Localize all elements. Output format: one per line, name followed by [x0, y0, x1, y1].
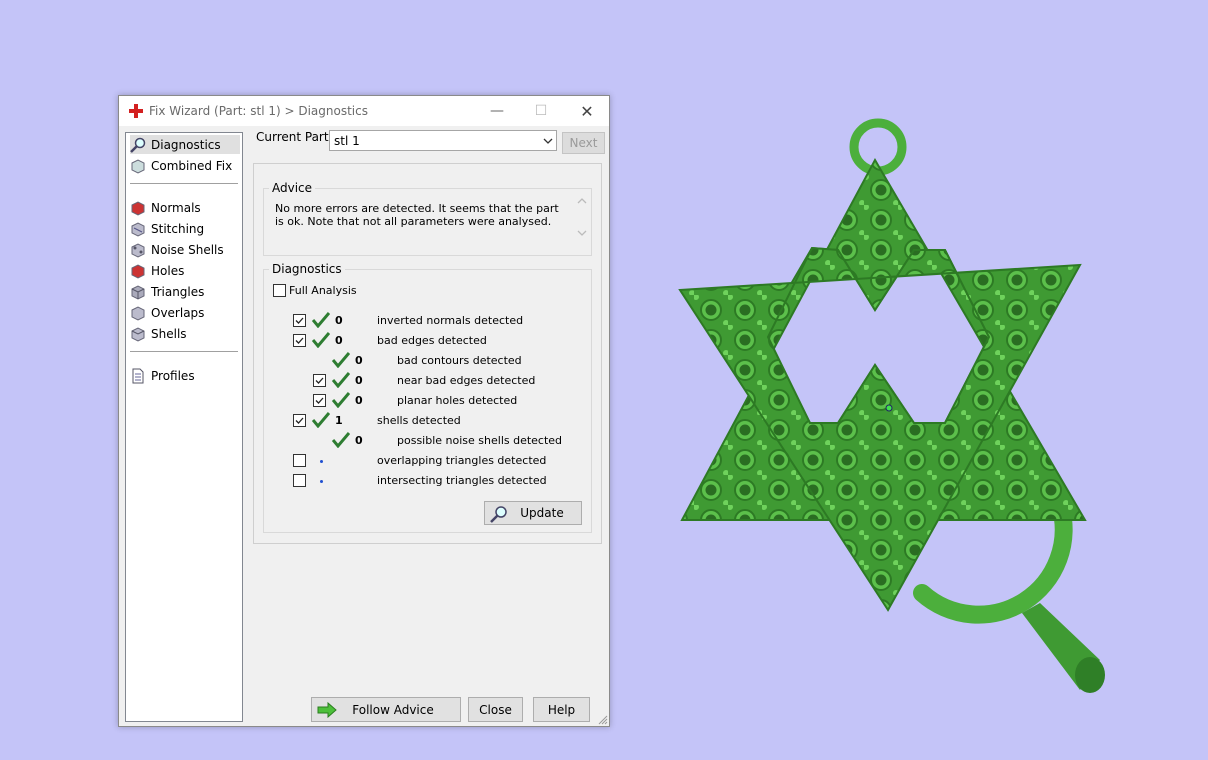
shells-cube-icon: [131, 326, 145, 342]
near-bad-edges-count: 0: [355, 374, 363, 387]
help-button[interactable]: Help: [533, 697, 590, 722]
overlapping-triangles-checkbox[interactable]: [293, 454, 306, 467]
window-title: Fix Wizard (Part: stl 1) > Diagnostics: [149, 104, 368, 118]
advice-group: Advice No more errors are detected. It s…: [263, 181, 592, 256]
ok-check-icon: [312, 312, 330, 328]
magnifier-icon: [130, 137, 146, 153]
nav-item-diagnostics[interactable]: Diagnostics: [130, 135, 240, 154]
follow-advice-button[interactable]: Follow Advice: [311, 697, 461, 722]
pendant-3d-model[interactable]: [660, 115, 1120, 705]
magnifier-icon: [490, 506, 507, 523]
next-button[interactable]: Next: [562, 132, 605, 154]
nav-item-holes[interactable]: Holes: [130, 261, 240, 280]
nav-separator: [130, 351, 238, 352]
bad-edges-label: bad edges detected: [377, 334, 487, 347]
nav-item-noise-shells[interactable]: Noise Shells: [130, 240, 240, 259]
shells-checkbox[interactable]: [293, 414, 306, 427]
current-part-dropdown[interactable]: stl 1: [329, 130, 557, 151]
intersecting-triangles-checkbox[interactable]: [293, 474, 306, 487]
holes-cube-icon: [131, 263, 145, 279]
noise-shells-label: possible noise shells detected: [397, 434, 563, 447]
triangles-cube-icon: [131, 284, 145, 300]
overlaps-cube-icon: [131, 305, 145, 321]
close-button[interactable]: Close: [468, 697, 523, 722]
ok-check-icon: [332, 392, 350, 408]
inverted-normals-count: 0: [335, 314, 343, 327]
inverted-normals-label: inverted normals detected: [377, 314, 524, 327]
bad-edges-checkbox[interactable]: [293, 334, 306, 347]
noise-shells-count: 0: [355, 434, 363, 447]
pending-dot-icon: [320, 460, 323, 463]
bad-contours-count: 0: [355, 354, 363, 367]
title-bar: Fix Wizard (Part: stl 1) > Diagnostics —…: [119, 96, 609, 126]
normals-cube-icon: [131, 200, 145, 216]
fix-wizard-window: Fix Wizard (Part: stl 1) > Diagnostics —…: [118, 95, 610, 727]
maximize-button[interactable]: ☐: [519, 96, 563, 126]
current-part-label: Current Part:: [256, 130, 333, 144]
near-bad-edges-checkbox[interactable]: [313, 374, 326, 387]
close-window-button[interactable]: ✕: [565, 96, 609, 126]
diagnostics-group: Diagnostics Full Analysis 0 inverted nor…: [263, 262, 592, 533]
full-analysis-checkbox[interactable]: [273, 284, 286, 297]
overlapping-triangles-label: overlapping triangles detected: [377, 454, 547, 467]
nav-item-stitching[interactable]: Stitching: [130, 219, 240, 238]
minimize-button[interactable]: —: [475, 96, 519, 126]
nav-separator: [130, 183, 238, 184]
nav-item-overlaps[interactable]: Overlaps: [130, 303, 240, 322]
intersecting-triangles-label: intersecting triangles detected: [377, 474, 547, 487]
advice-text: No more errors are detected. It seems th…: [275, 202, 559, 228]
cube-icon: [131, 158, 145, 174]
nav-item-shells[interactable]: Shells: [130, 324, 240, 343]
red-cross-icon: [129, 104, 143, 118]
near-bad-edges-label: near bad edges detected: [397, 374, 536, 387]
green-arrow-icon: [317, 702, 337, 718]
ok-check-icon: [332, 352, 350, 368]
current-part-value: stl 1: [334, 134, 360, 148]
document-icon: [132, 368, 144, 383]
ok-check-icon: [312, 412, 330, 428]
diagnostics-title: Diagnostics: [269, 262, 345, 276]
shells-count: 1: [335, 414, 343, 427]
inverted-normals-checkbox[interactable]: [293, 314, 306, 327]
nav-item-profiles[interactable]: Profiles: [130, 366, 240, 385]
planar-holes-label: planar holes detected: [397, 394, 518, 407]
planar-holes-checkbox[interactable]: [313, 394, 326, 407]
wizard-nav-list: Diagnostics Combined Fix Normals Stitchi…: [125, 132, 243, 722]
update-button[interactable]: Update: [484, 501, 582, 525]
nav-item-triangles[interactable]: Triangles: [130, 282, 240, 301]
advice-title: Advice: [269, 181, 316, 195]
advice-scrollbar[interactable]: [575, 194, 589, 240]
follow-advice-label: Follow Advice: [352, 702, 434, 717]
stitching-cube-icon: [131, 221, 145, 237]
shells-label: shells detected: [377, 414, 461, 427]
resize-grip-icon[interactable]: [598, 715, 608, 725]
bad-contours-label: bad contours detected: [397, 354, 522, 367]
pending-dot-icon: [320, 480, 323, 483]
chevron-down-icon: [543, 138, 553, 144]
nav-item-combined-fix[interactable]: Combined Fix: [130, 156, 240, 175]
planar-holes-count: 0: [355, 394, 363, 407]
noise-shells-icon: [131, 242, 145, 258]
update-label: Update: [520, 506, 564, 520]
bad-edges-count: 0: [335, 334, 343, 347]
ok-check-icon: [332, 432, 350, 448]
ok-check-icon: [332, 372, 350, 388]
full-analysis-label: Full Analysis: [289, 284, 357, 297]
ok-check-icon: [312, 332, 330, 348]
nav-item-normals[interactable]: Normals: [130, 198, 240, 217]
